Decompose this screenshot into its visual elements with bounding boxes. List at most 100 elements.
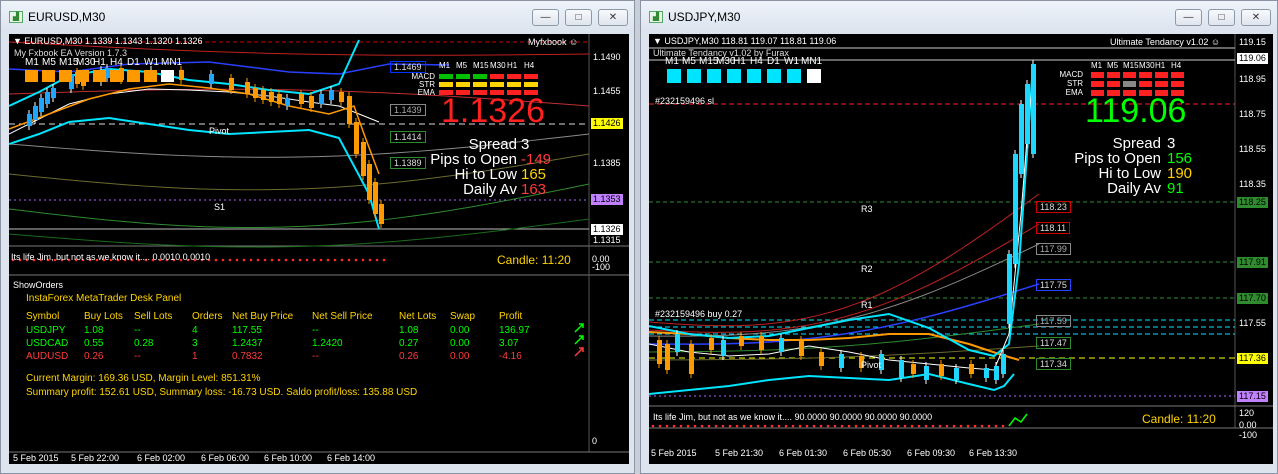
timeframe-label[interactable]: M5 bbox=[682, 56, 699, 67]
price-axis-tag: 119.06 bbox=[1237, 53, 1268, 64]
close-button[interactable]: ✕ bbox=[1241, 9, 1271, 26]
histogram-dot bbox=[270, 258, 274, 262]
orders-cell: -- bbox=[134, 325, 141, 336]
trend-table-header: M1 bbox=[1091, 61, 1103, 70]
timeframe-signal-box bbox=[787, 69, 801, 83]
minimize-button[interactable]: — bbox=[1175, 9, 1202, 26]
candle-body bbox=[819, 352, 824, 366]
histogram-dot bbox=[214, 258, 218, 262]
histogram-dot bbox=[924, 424, 928, 428]
timeframe-label[interactable]: W1 bbox=[784, 56, 801, 67]
eurusd-window[interactable]: ▟ EURUSD,M30 — □ ✕ ▼ EURUSD,M30 1.1339 1… bbox=[0, 0, 635, 474]
timeframe-label[interactable]: M5 bbox=[42, 57, 59, 68]
time-axis-label: 6 Feb 02:00 bbox=[137, 453, 186, 463]
histogram-dot bbox=[938, 424, 942, 428]
level-tag: 117.47 bbox=[1036, 337, 1071, 349]
time-axis-label: 5 Feb 21:30 bbox=[715, 448, 764, 458]
timeframe-label[interactable]: W1 bbox=[144, 57, 161, 68]
s1-label: S1 bbox=[214, 202, 226, 212]
eurusd-titlebar[interactable]: ▟ EURUSD,M30 — □ ✕ bbox=[1, 1, 634, 33]
orders-cell: 0.27 bbox=[399, 338, 419, 349]
timeframe-signal-box bbox=[144, 70, 157, 82]
price-axis-tag: 1.1353 bbox=[591, 194, 623, 205]
candle-body bbox=[39, 98, 44, 112]
histogram-dot bbox=[354, 258, 358, 262]
orders-cell: 0.00 bbox=[450, 351, 470, 362]
candle-body bbox=[924, 366, 929, 380]
margin-line: Current Margin: 169.36 USD, Margin Level… bbox=[26, 373, 261, 384]
orders-cell: 117.55 bbox=[232, 325, 262, 336]
timeframe-signal-box bbox=[25, 70, 38, 82]
histogram-dot bbox=[826, 424, 830, 428]
timeframe-label[interactable]: D1 bbox=[767, 56, 784, 67]
orders-cell: 0.7832 bbox=[232, 351, 263, 362]
stat-value: 163 bbox=[521, 181, 547, 198]
histogram-dot bbox=[291, 258, 295, 262]
timeframe-label[interactable]: H1 bbox=[733, 56, 750, 67]
timeframe-label[interactable]: MN1 bbox=[161, 57, 185, 68]
band-darkgreen bbox=[9, 218, 590, 248]
histogram-dot bbox=[868, 424, 872, 428]
timeframe-label[interactable]: M15 bbox=[699, 56, 718, 67]
timeframe-signal-box bbox=[127, 70, 140, 82]
candle-body bbox=[45, 92, 50, 104]
usdjpy-window[interactable]: ▟ USDJPY,M30 — □ ✕ ▼ USDJPY,M30 118.81 1… bbox=[640, 0, 1278, 474]
timeframe-label[interactable]: M30 bbox=[76, 57, 95, 68]
stat-label: Daily Av bbox=[1107, 180, 1161, 197]
usdjpy-titlebar[interactable]: ▟ USDJPY,M30 — □ ✕ bbox=[641, 1, 1277, 33]
minimize-button[interactable]: — bbox=[532, 9, 559, 26]
orders-cell: 0.00 bbox=[450, 338, 470, 349]
trend-table-header: H1 bbox=[507, 61, 518, 70]
candle-body bbox=[329, 90, 334, 100]
histogram-dot bbox=[686, 424, 690, 428]
histogram-dot bbox=[256, 258, 260, 262]
timeframe-label[interactable]: D1 bbox=[127, 57, 144, 68]
candle-body bbox=[954, 368, 959, 380]
usdjpy-chart[interactable]: ▼ USDJPY,M30 118.81 119.07 118.81 119.06… bbox=[649, 34, 1273, 464]
trend-table-header: M30 bbox=[490, 61, 506, 70]
level-tag: 118.11 bbox=[1036, 222, 1071, 234]
eurusd-chart[interactable]: ▼ EURUSD,M30 1.1339 1.1343 1.1320 1.1326… bbox=[9, 34, 629, 464]
candle-body bbox=[939, 364, 944, 376]
timeframe-label[interactable]: H1 bbox=[93, 57, 110, 68]
order-sl-label: #232159496 sl bbox=[655, 96, 715, 106]
histogram-dot bbox=[812, 424, 816, 428]
histogram-dot bbox=[987, 424, 991, 428]
candle-body bbox=[209, 74, 214, 84]
close-button[interactable]: ✕ bbox=[598, 9, 628, 26]
timeframe-label[interactable]: M1 bbox=[665, 56, 682, 67]
chart-header: ▼ EURUSD,M30 1.1339 1.1343 1.1320 1.1326 bbox=[13, 36, 203, 46]
candle-body bbox=[657, 340, 662, 364]
histogram-dot bbox=[228, 258, 232, 262]
histogram-dot bbox=[651, 424, 655, 428]
time-axis-label: 6 Feb 09:30 bbox=[907, 448, 956, 458]
trend-table-header: M15 bbox=[1123, 61, 1139, 70]
timeframe-label[interactable]: H4 bbox=[750, 56, 767, 67]
timeframe-label[interactable]: M30 bbox=[716, 56, 735, 67]
candle-body bbox=[1025, 84, 1030, 144]
candle-body bbox=[984, 368, 989, 378]
timeframe-label[interactable]: H4 bbox=[110, 57, 127, 68]
timeframe-label[interactable]: M15 bbox=[59, 57, 78, 68]
price-axis-tag: 117.91 bbox=[1237, 257, 1268, 268]
candle-body bbox=[51, 88, 56, 98]
level-tag: 117.75 bbox=[1036, 279, 1071, 291]
timeframe-label[interactable]: M1 bbox=[25, 57, 42, 68]
timeframe-label[interactable]: MN1 bbox=[801, 56, 825, 67]
trend-table-header: M5 bbox=[1107, 61, 1119, 70]
time-axis-label: 6 Feb 06:00 bbox=[201, 453, 250, 463]
histogram-dot bbox=[672, 424, 676, 428]
candle-timer: Candle: 11:20 bbox=[1142, 412, 1216, 426]
time-axis-label: 5 Feb 22:00 bbox=[71, 453, 120, 463]
maximize-button[interactable]: □ bbox=[565, 9, 592, 26]
candle-body bbox=[309, 96, 314, 108]
orders-cell: -- bbox=[312, 351, 319, 362]
trend-cell bbox=[1107, 81, 1120, 87]
histogram-dot bbox=[833, 424, 837, 428]
timeframe-signal-box bbox=[93, 70, 106, 82]
time-axis-label: 6 Feb 05:30 bbox=[843, 448, 892, 458]
orders-cell: 0.55 bbox=[84, 338, 104, 349]
maximize-button[interactable]: □ bbox=[1208, 9, 1235, 26]
candle-body bbox=[675, 334, 680, 352]
trend-cell bbox=[1091, 81, 1104, 87]
